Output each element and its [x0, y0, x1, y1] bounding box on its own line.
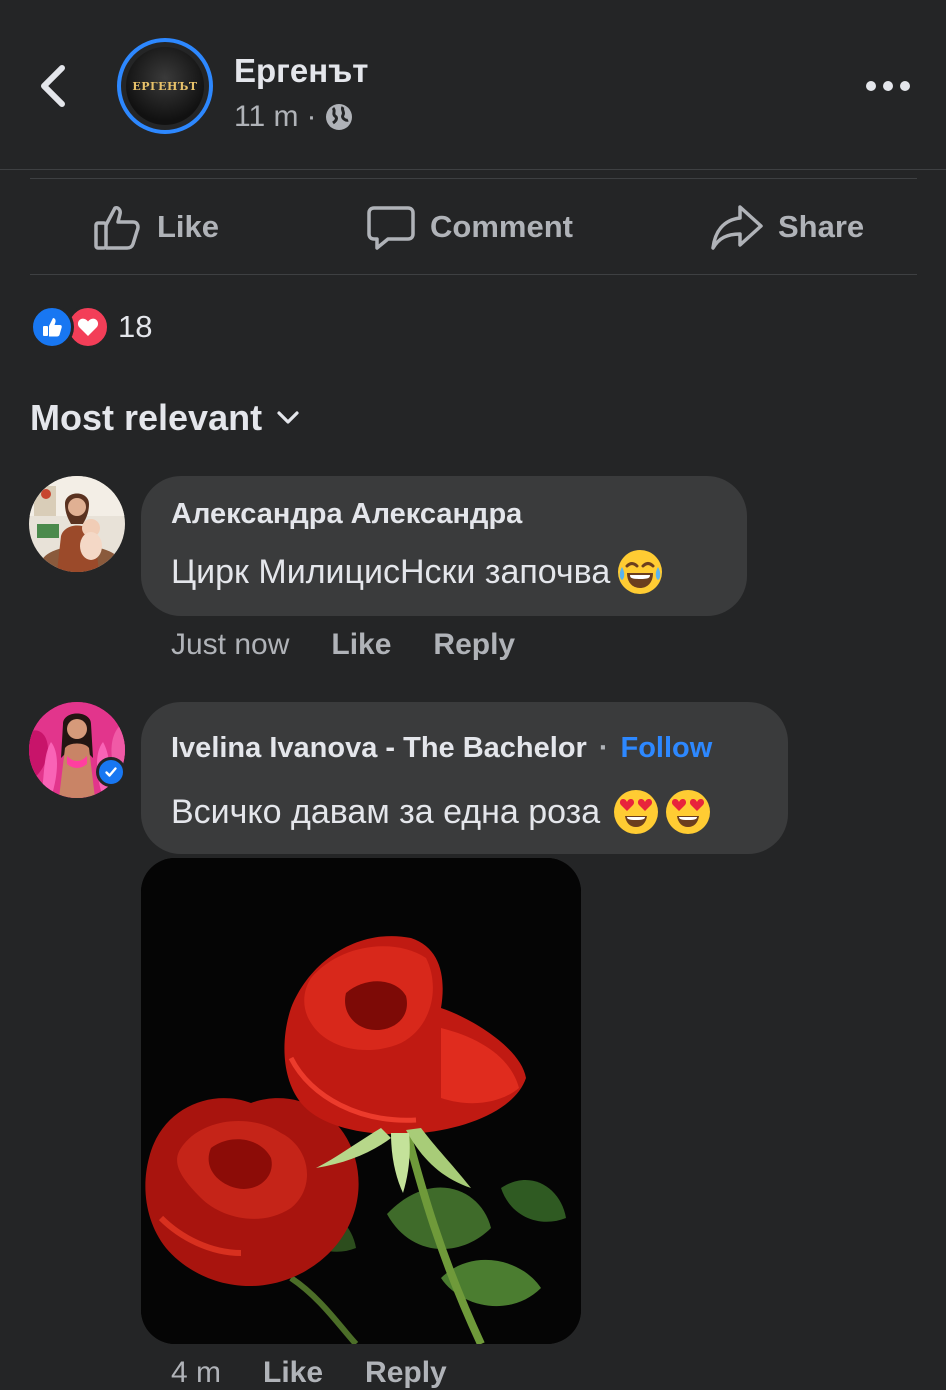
comment-like-button[interactable]: Like — [263, 1356, 323, 1390]
like-button[interactable]: Like — [93, 196, 219, 258]
page-logo: ЕРГЕНЪТ — [132, 79, 198, 93]
comment-text-body: Цирк МилицисНски започва — [171, 552, 611, 591]
verified-badge-icon — [96, 757, 126, 787]
back-button[interactable] — [38, 62, 78, 110]
post-time[interactable]: 11 m — [234, 100, 298, 134]
comment-author[interactable]: Ivelina Ivanova - The Bachelor — [171, 732, 587, 765]
author-separator: · — [598, 732, 609, 764]
heart-eyes-emoji-icon — [666, 790, 711, 834]
comment-photo-attachment[interactable] — [141, 858, 581, 1344]
more-dot-icon — [900, 81, 910, 91]
comment-actions: Just now Like Reply — [171, 628, 515, 662]
page-name[interactable]: Ергенът — [234, 52, 368, 90]
comment-reply-button[interactable]: Reply — [433, 628, 515, 662]
comment-time[interactable]: 4 m — [171, 1356, 221, 1390]
like-reaction-icon — [30, 305, 74, 349]
comment-text-body: Всичко давам за една роза — [171, 792, 601, 831]
reactions-summary[interactable]: 18 — [30, 305, 152, 349]
post-meta: 11 m · — [234, 100, 354, 134]
more-dot-icon — [866, 81, 876, 91]
comment-author[interactable]: Александра Александра — [171, 498, 522, 531]
share-arrow-icon — [711, 205, 763, 250]
chevron-down-icon — [277, 411, 299, 424]
comment-like-button[interactable]: Like — [331, 628, 391, 662]
comment-header: Ivelina Ivanova - The Bachelor · Follow — [171, 732, 712, 765]
follow-button[interactable]: Follow — [621, 732, 713, 765]
heart-eyes-emoji-icon — [614, 790, 659, 834]
chevron-left-icon — [41, 65, 65, 107]
header-divider — [0, 169, 946, 170]
share-button[interactable]: Share — [710, 196, 864, 258]
comment-button[interactable]: Comment — [366, 196, 573, 258]
face-with-tears-of-joy-icon — [618, 550, 663, 594]
sort-comments-dropdown[interactable]: Most relevant — [30, 397, 300, 439]
page-avatar[interactable]: ЕРГЕНЪТ — [117, 38, 213, 134]
comment-bubble-icon — [367, 206, 415, 250]
comment-label: Comment — [430, 209, 573, 244]
like-label: Like — [157, 209, 220, 244]
comment-bubble[interactable]: Александра Александра Цирк МилицисНски з… — [141, 476, 747, 616]
comment-actions: 4 m Like Reply — [171, 1356, 447, 1390]
divider — [30, 178, 917, 179]
commenter-avatar[interactable] — [29, 476, 125, 572]
more-options-button[interactable] — [866, 76, 910, 96]
comment-text: Всичко давам за една роза — [171, 790, 711, 834]
meta-separator: · — [306, 100, 317, 133]
comment-reply-button[interactable]: Reply — [365, 1356, 447, 1390]
comment-time[interactable]: Just now — [171, 628, 289, 662]
comment-text: Цирк МилицисНски започва — [171, 550, 663, 594]
more-dot-icon — [883, 81, 893, 91]
share-label: Share — [778, 209, 865, 244]
comment-bubble[interactable]: Ivelina Ivanova - The Bachelor · Follow … — [141, 702, 788, 854]
thumbs-up-icon — [94, 206, 140, 250]
reaction-count: 18 — [118, 309, 153, 344]
globe-icon — [326, 104, 353, 130]
divider — [30, 274, 917, 275]
sort-label: Most relevant — [30, 397, 263, 438]
